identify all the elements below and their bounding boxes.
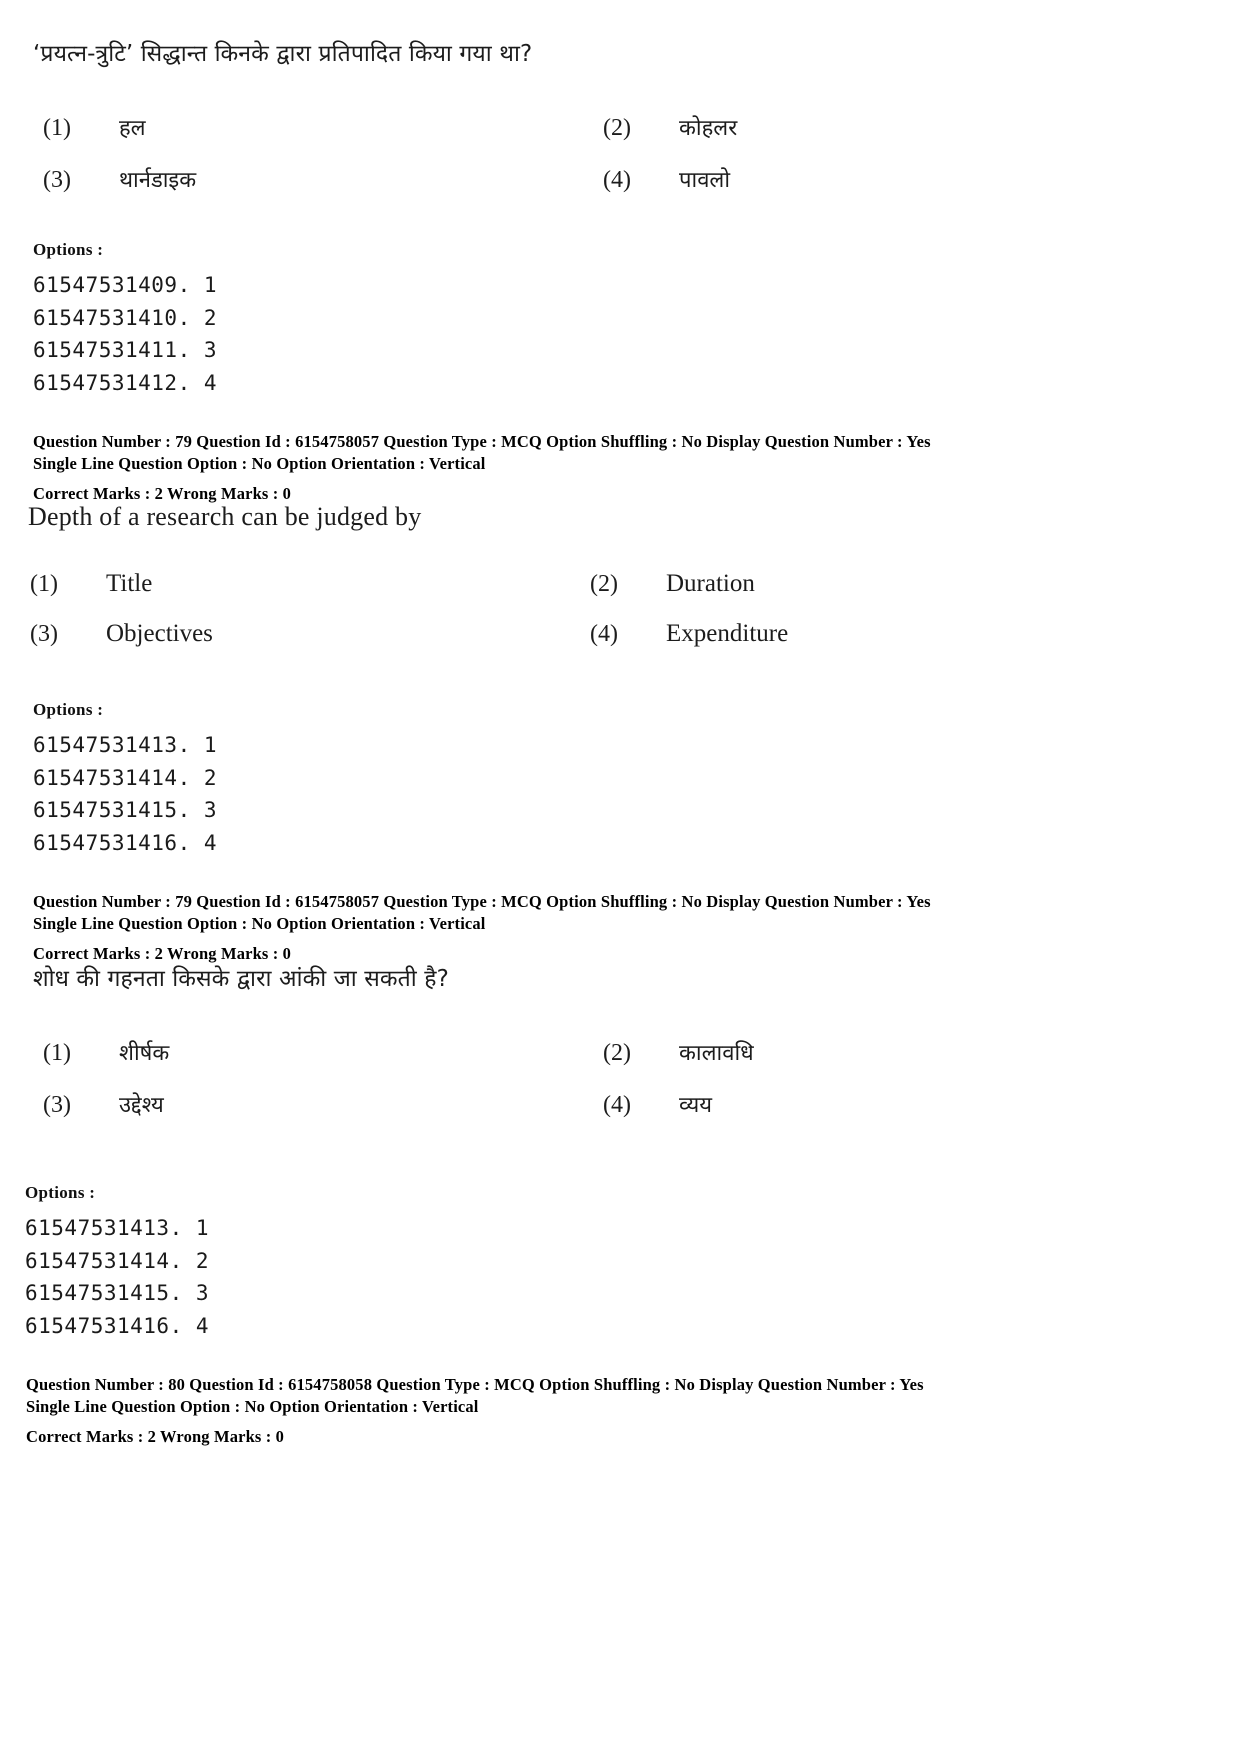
option-id-list: Options : 61547531409. 1 61547531410. 2 … [33,240,1203,400]
choice-option-1[interactable]: (1) शीर्षक [43,1037,603,1067]
metadata-line-2: Single Line Question Option : No Option … [26,1396,479,1416]
option-id: 61547531413. 1 [25,1215,210,1240]
option-id: 61547531410. 2 [33,305,218,330]
choice-text: Title [106,569,153,597]
choice-grid: (1) Title (2) Duration (3) Objectives (4… [30,570,1198,648]
choice-number: (4) [603,166,631,193]
choice-option-3[interactable]: (3) Objectives [30,620,590,648]
metadata-marks: Correct Marks : 2 Wrong Marks : 0 [26,1427,285,1447]
choice-number: (2) [590,570,618,597]
question-block-q79-hindi: ‘प्रयत्न-त्रुटि’ सिद्धान्त किनके द्वारा … [33,40,1203,505]
metadata-marks: Correct Marks : 2 Wrong Marks : 0 [33,944,292,964]
choice-number: (1) [43,114,71,141]
option-id: 61547531415. 3 [25,1281,210,1306]
choice-text: व्यय [679,1092,713,1118]
question-metadata: Question Number : 80 Question Id : 61547… [26,1374,1203,1448]
choice-option-4[interactable]: (4) Expenditure [590,620,1150,648]
choice-number: (2) [603,1039,631,1066]
choice-option-4[interactable]: (4) पावलो [603,164,1163,194]
option-id-list: Options : 61547531413. 1 61547531414. 2 … [25,1183,1203,1343]
metadata-line-1: Question Number : 80 Question Id : 61547… [26,1374,924,1394]
question-stem: ‘प्रयत्न-त्रुटि’ सिद्धान्त किनके द्वारा … [33,41,533,67]
choice-text: कोहलर [679,115,738,141]
option-id: 61547531412. 4 [33,371,218,396]
choice-number: (4) [603,1091,631,1118]
choice-text: Duration [666,569,755,597]
metadata-line-1: Question Number : 79 Question Id : 61547… [33,891,931,911]
metadata-line-1: Question Number : 79 Question Id : 61547… [33,431,931,451]
choice-number: (2) [603,114,631,141]
choice-option-3[interactable]: (3) उद्देश्य [43,1089,603,1119]
choice-number: (3) [43,1091,71,1118]
choice-option-2[interactable]: (2) Duration [590,570,1150,598]
option-id: 61547531414. 2 [33,765,218,790]
options-heading: Options : [33,239,104,259]
choice-number: (1) [43,1039,71,1066]
choice-number: (3) [43,166,71,193]
option-id: 61547531411. 3 [33,338,218,363]
question-metadata: Question Number : 79 Question Id : 61547… [33,431,1203,505]
choice-option-4[interactable]: (4) व्यय [603,1089,1163,1119]
option-id: 61547531409. 1 [33,272,218,297]
choice-text: हल [119,115,146,141]
choice-number: (1) [30,570,58,597]
option-id: 61547531416. 4 [33,831,218,856]
choice-text: Expenditure [666,619,789,647]
options-heading: Options : [25,1182,96,1202]
choice-number: (3) [30,620,58,647]
choice-text: शीर्षक [119,1040,170,1066]
choice-option-2[interactable]: (2) कालावधि [603,1037,1163,1067]
question-stem: शोध की गहनता किसके द्वारा आंकी जा सकती ह… [33,966,449,992]
metadata-line-2: Single Line Question Option : No Option … [33,453,486,473]
document-page: ‘प्रयत्न-त्रुटि’ सिद्धान्त किनके द्वारा … [0,0,1240,1754]
choice-text: Objectives [106,619,213,647]
choice-text: थार्नडाइक [119,167,197,193]
option-id: 61547531414. 2 [25,1248,210,1273]
option-id: 61547531416. 4 [25,1314,210,1339]
options-heading: Options : [33,699,104,719]
metadata-line-2: Single Line Question Option : No Option … [33,913,486,933]
question-metadata: Question Number : 79 Question Id : 61547… [33,891,1198,965]
question-block-q80-hindi: शोध की गहनता किसके द्वारा आंकी जा सकती ह… [25,965,1203,1448]
option-id: 61547531415. 3 [33,798,218,823]
choice-option-2[interactable]: (2) कोहलर [603,112,1163,142]
option-id-list: Options : 61547531413. 1 61547531414. 2 … [33,700,1198,860]
choice-option-3[interactable]: (3) थार्नडाइक [43,164,603,194]
choice-option-1[interactable]: (1) Title [30,570,590,598]
option-id: 61547531413. 1 [33,732,218,757]
choice-option-1[interactable]: (1) हल [43,112,603,142]
question-stem: Depth of a research can be judged by [28,502,422,531]
choice-text: कालावधि [679,1040,754,1066]
choice-grid: (1) हल (2) कोहलर (3) थार्नडाइक (4) पावलो [43,112,1203,194]
choice-text: उद्देश्य [119,1092,164,1118]
question-block-q79-english: Depth of a research can be judged by (1)… [28,500,1198,965]
choice-grid: (1) शीर्षक (2) कालावधि (3) उद्देश्य (4) … [43,1037,1203,1119]
choice-number: (4) [590,620,618,647]
choice-text: पावलो [679,167,731,193]
